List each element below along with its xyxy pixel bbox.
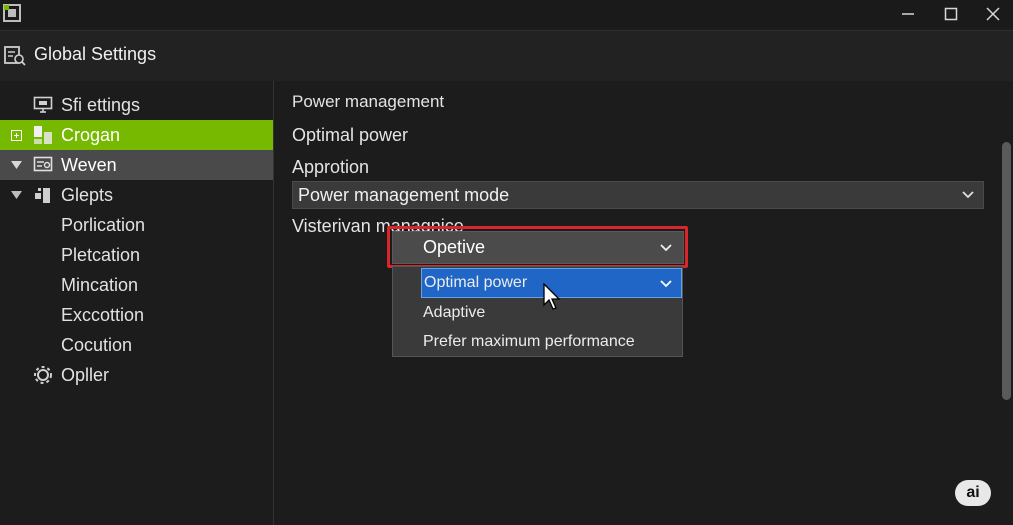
title-bar — [0, 0, 1013, 28]
sidebar-item-sfi-ettings[interactable]: Sfi ettings — [0, 90, 273, 120]
sidebar-item-crogan[interactable]: Crogan — [0, 120, 273, 150]
sidebar-item-label: Pletcation — [61, 244, 141, 265]
sidebar-item-weven[interactable]: Weven — [0, 150, 273, 180]
power-setting-dropdown[interactable]: Opetive — [392, 231, 684, 264]
chevron-down-icon — [660, 244, 672, 252]
dropdown-option-prefer-max-performance[interactable]: Prefer maximum performance — [393, 327, 682, 357]
page-header: Global Settings — [0, 30, 1013, 81]
sidebar-item-label: Porlication — [61, 214, 146, 235]
puzzle-icon — [33, 185, 53, 205]
minimize-button[interactable] — [888, 0, 928, 28]
close-icon — [986, 7, 1000, 21]
info-line: Approtion — [292, 157, 370, 177]
minimize-icon — [902, 13, 914, 15]
option-label: Prefer maximum performance — [423, 333, 635, 350]
expanded-arrow-icon[interactable] — [9, 158, 23, 172]
chevron-down-icon — [962, 191, 974, 199]
page-title: Global Settings — [34, 44, 157, 64]
display-settings-icon — [33, 155, 53, 175]
collapse-box-icon[interactable] — [9, 128, 23, 142]
sidebar-item-porlication[interactable]: Porlication — [0, 210, 273, 240]
sidebar-tree: Sfi ettings Crogan Weven Glepts Porlicat… — [0, 81, 274, 525]
option-label: Optimal power — [424, 274, 528, 291]
option-label: Adaptive — [423, 304, 486, 321]
dropdown-selected-value: Opetive — [423, 237, 486, 257]
monitor-icon — [33, 95, 53, 115]
settings-page-icon — [4, 46, 26, 66]
mouse-cursor-icon — [543, 283, 561, 310]
sidebar-item-pletcation[interactable]: Pletcation — [0, 240, 273, 270]
dropdown-list: Optimal power Adaptive Prefer maximum pe… — [392, 266, 683, 357]
dropdown-option-adaptive[interactable]: Adaptive — [393, 298, 682, 328]
close-button[interactable] — [973, 0, 1013, 28]
sidebar-item-label: Sfi ettings — [61, 94, 141, 115]
grid-icon — [33, 125, 53, 145]
sidebar-item-label: Glepts — [61, 184, 114, 205]
power-mode-select[interactable]: Power management mode — [292, 181, 984, 209]
sidebar-item-exccottion[interactable]: Exccottion — [0, 300, 273, 330]
sidebar-item-label: Cocution — [61, 334, 133, 355]
sidebar-item-label: Exccottion — [61, 304, 145, 325]
power-mode-select-value: Power management mode — [298, 184, 510, 205]
maximize-icon — [944, 7, 958, 21]
sidebar-item-label: Crogan — [61, 124, 121, 145]
section-heading: Power management — [292, 92, 445, 111]
gear-icon — [33, 365, 53, 385]
sidebar-item-mincation[interactable]: Mincation — [0, 270, 273, 300]
sidebar-item-opller[interactable]: Opller — [0, 360, 273, 390]
app-logo-icon — [3, 4, 21, 22]
sidebar-item-glepts[interactable]: Glepts — [0, 180, 273, 210]
chevron-down-icon — [660, 280, 672, 288]
sidebar-item-label: Weven — [61, 154, 117, 175]
sidebar-item-cocution[interactable]: Cocution — [0, 330, 273, 360]
scrollbar-thumb[interactable] — [1002, 142, 1011, 400]
sidebar-item-label: Mincation — [61, 274, 139, 295]
info-line: Optimal power — [292, 125, 409, 145]
expanded-arrow-icon[interactable] — [9, 188, 23, 202]
sidebar-item-label: Opller — [61, 364, 110, 385]
maximize-button[interactable] — [931, 0, 971, 28]
ai-badge: ai — [955, 480, 991, 506]
